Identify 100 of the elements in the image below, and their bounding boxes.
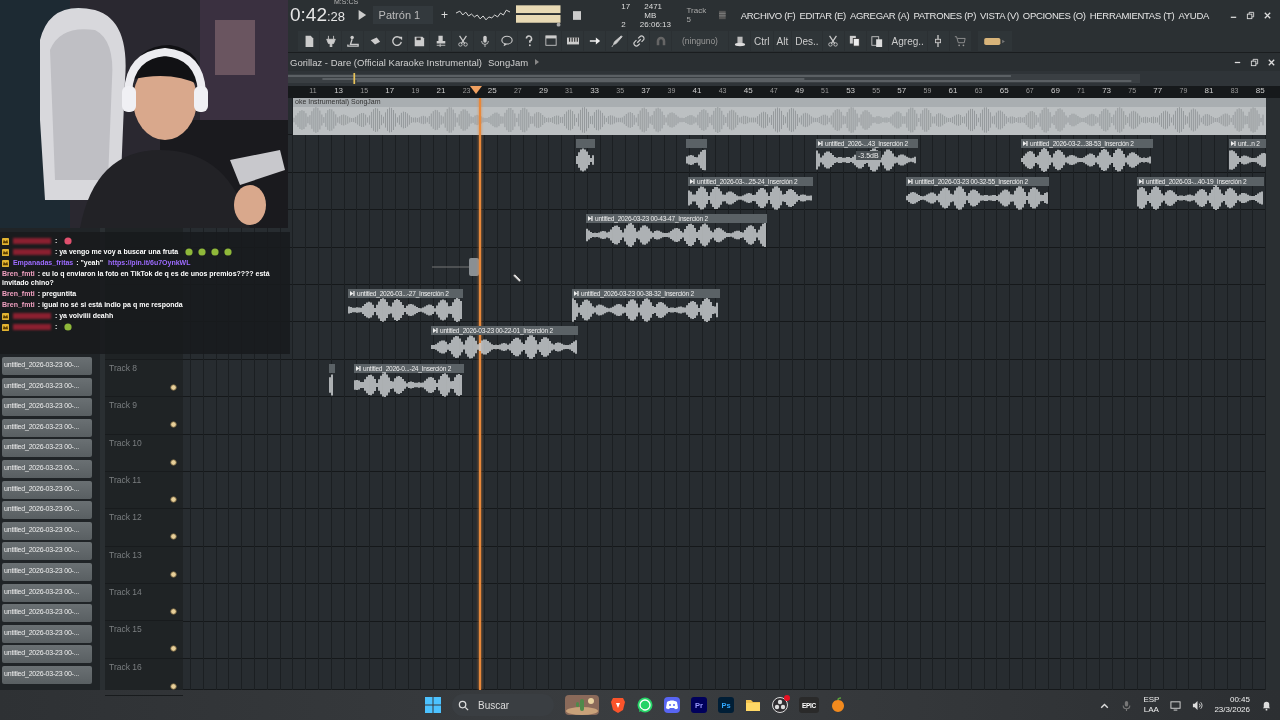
search-field[interactable]: Buscar bbox=[452, 694, 554, 716]
phone-chat-icon[interactable] bbox=[637, 697, 653, 713]
add-button[interactable]: Agreg.. bbox=[888, 31, 927, 51]
alt-button[interactable]: Alt bbox=[773, 31, 792, 51]
keyboard-layout-indicator[interactable]: LAA bbox=[1143, 705, 1159, 715]
toolbar-button[interactable] bbox=[729, 31, 750, 51]
close-icon[interactable] bbox=[1267, 57, 1276, 67]
pattern-selector[interactable]: Patrón 1 bbox=[372, 6, 433, 24]
hint-text: Track 5 bbox=[686, 6, 708, 24]
ctrl-button[interactable]: Ctrl bbox=[751, 31, 773, 51]
toolbar-button[interactable] bbox=[298, 31, 319, 51]
play-icon[interactable] bbox=[357, 10, 367, 20]
menu-item[interactable]: EDITAR (E) bbox=[799, 9, 846, 21]
restore-icon[interactable] bbox=[1250, 57, 1259, 67]
clip-menu-icon[interactable] bbox=[356, 365, 361, 371]
clip-menu-icon[interactable] bbox=[574, 291, 579, 296]
clip-menu-icon[interactable] bbox=[1139, 178, 1144, 184]
track-button-icon[interactable] bbox=[170, 682, 177, 690]
clip-menu-icon[interactable] bbox=[908, 178, 913, 184]
menu-item[interactable]: VISTA (V) bbox=[980, 9, 1019, 21]
menu-item[interactable]: OPCIONES (O) bbox=[1022, 9, 1086, 21]
crown-badge-icon bbox=[2, 312, 9, 320]
track-button-icon[interactable] bbox=[170, 383, 177, 391]
track-button-icon[interactable] bbox=[170, 421, 177, 429]
arrow-right-icon bbox=[588, 35, 601, 47]
clock-date[interactable]: 23/3/2026 bbox=[1214, 705, 1250, 715]
toolbar-button[interactable] bbox=[822, 31, 844, 51]
toolbar-button[interactable] bbox=[628, 31, 649, 51]
bar-number: 53 bbox=[846, 86, 856, 95]
monitor-icon[interactable] bbox=[1170, 699, 1182, 711]
start-icon[interactable] bbox=[425, 697, 441, 713]
restore-icon[interactable] bbox=[1246, 10, 1255, 20]
volume-meter-drawing bbox=[516, 3, 561, 27]
bar-number: 49 bbox=[794, 86, 804, 95]
audio-clip[interactable] bbox=[329, 363, 335, 398]
add-pattern-button[interactable]: + bbox=[438, 8, 450, 22]
deselect-button[interactable]: Des.. bbox=[792, 31, 822, 51]
snap-selector[interactable]: (ninguno) bbox=[672, 31, 728, 51]
toolbar-button[interactable] bbox=[430, 31, 451, 51]
track-button-icon[interactable] bbox=[170, 458, 177, 466]
toolbar-button[interactable] bbox=[474, 31, 495, 51]
speaker-icon[interactable] bbox=[1192, 699, 1204, 711]
toolbar-button[interactable] bbox=[562, 31, 583, 51]
toolbar-button[interactable] bbox=[844, 31, 866, 51]
clip-menu-icon[interactable] bbox=[690, 178, 695, 184]
toolbar-button[interactable] bbox=[386, 31, 407, 51]
toolbar-button[interactable] bbox=[927, 31, 949, 51]
toolbar-button[interactable] bbox=[452, 31, 473, 51]
toolbar-button[interactable] bbox=[408, 31, 429, 51]
bar-number: 81 bbox=[1204, 86, 1214, 95]
fruit-app-icon[interactable] bbox=[830, 697, 846, 713]
clip-menu-icon[interactable] bbox=[818, 141, 823, 147]
game-controller-icon[interactable] bbox=[664, 697, 680, 713]
redacted-username bbox=[12, 313, 51, 320]
track-button-icon[interactable] bbox=[170, 495, 177, 503]
track-button-icon[interactable] bbox=[170, 608, 177, 616]
cart-icon bbox=[954, 35, 967, 47]
bell-icon[interactable] bbox=[1261, 699, 1272, 711]
bar-number: 57 bbox=[897, 86, 907, 95]
record-app-icon[interactable] bbox=[772, 697, 788, 713]
track-button-icon[interactable] bbox=[170, 533, 177, 541]
track-button-icon[interactable] bbox=[170, 570, 177, 578]
clock-time[interactable]: 00:45 bbox=[1229, 695, 1250, 705]
track-button-icon[interactable] bbox=[170, 645, 177, 653]
toolbar-button[interactable] bbox=[496, 31, 517, 51]
clip-menu-icon[interactable] bbox=[433, 328, 438, 334]
toolbar-button[interactable] bbox=[518, 31, 539, 51]
waveform-drawing[interactable] bbox=[432, 255, 482, 278]
toolbar-button[interactable] bbox=[320, 31, 341, 51]
close-icon[interactable] bbox=[1263, 10, 1272, 20]
clip-menu-icon[interactable] bbox=[1231, 141, 1236, 147]
toolbar-button[interactable] bbox=[977, 31, 1012, 51]
clip-menu-icon[interactable] bbox=[588, 216, 593, 222]
hat-icon bbox=[733, 35, 746, 47]
microphone-icon bbox=[478, 35, 491, 47]
track-label: Track 11 bbox=[109, 474, 142, 485]
caret-icon[interactable] bbox=[534, 58, 541, 66]
clip-menu-icon[interactable] bbox=[350, 291, 355, 296]
redacted-username bbox=[12, 249, 51, 256]
scroll-bar[interactable] bbox=[1266, 98, 1280, 690]
toolbar-button[interactable] bbox=[540, 31, 561, 51]
menu-item[interactable]: AGREGAR (A) bbox=[849, 9, 910, 21]
microphone-icon[interactable] bbox=[1121, 699, 1133, 711]
playlist-view-name: SongJam bbox=[488, 56, 529, 68]
square-icon[interactable] bbox=[572, 10, 582, 20]
language-indicator[interactable]: ESP bbox=[1143, 695, 1160, 705]
toolbar-button[interactable] bbox=[584, 31, 605, 51]
folder-icon[interactable] bbox=[745, 697, 761, 713]
menu-item[interactable]: AYUDA bbox=[1178, 9, 1209, 21]
clip-menu-icon[interactable] bbox=[1023, 141, 1028, 147]
menu-item[interactable]: ARCHIVO (F) bbox=[740, 9, 796, 21]
menu-item[interactable]: HERRAMIENTAS (T) bbox=[1089, 9, 1175, 21]
toolbar-button[interactable] bbox=[866, 31, 888, 51]
audio-clip[interactable] bbox=[576, 139, 595, 174]
toolbar-button[interactable] bbox=[606, 31, 627, 51]
refresh-icon bbox=[390, 35, 403, 47]
toolbar-button[interactable] bbox=[342, 31, 363, 51]
menu-item[interactable]: PATRONES (P) bbox=[913, 9, 976, 21]
toolbar-button[interactable] bbox=[364, 31, 385, 51]
pencil-cursor-icon bbox=[513, 272, 524, 283]
